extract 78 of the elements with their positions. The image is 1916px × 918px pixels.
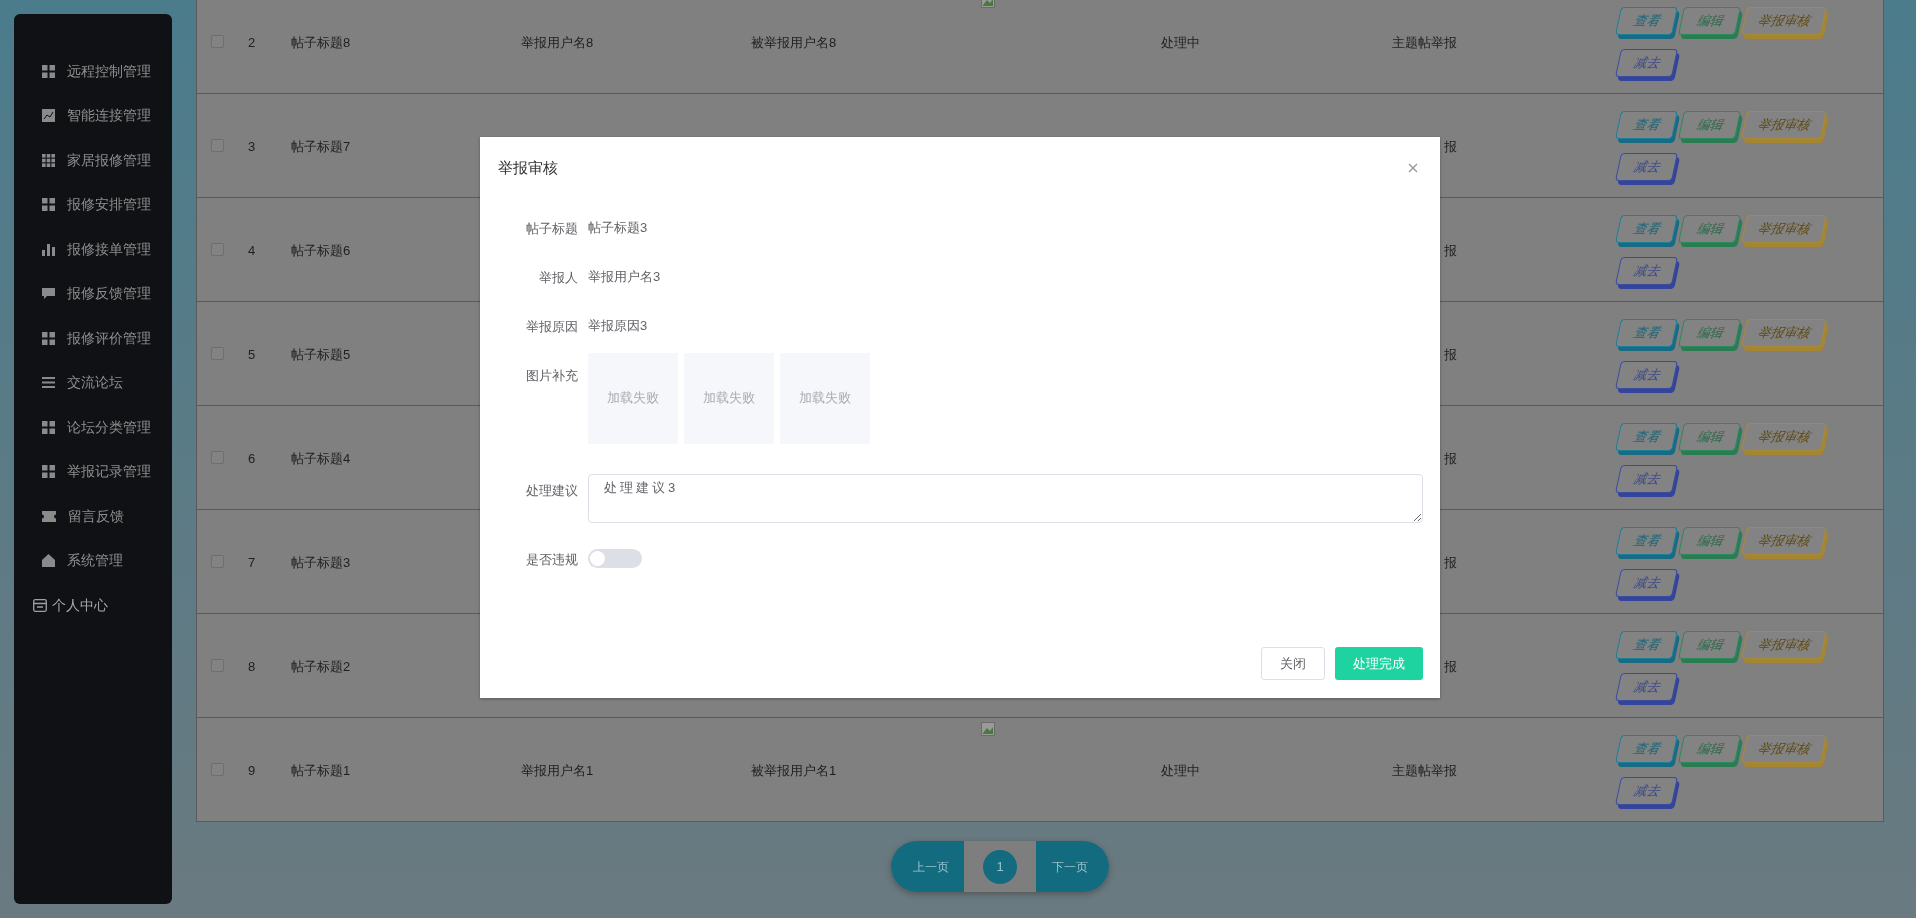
field-label: 举报人 xyxy=(539,269,578,285)
grid-icon xyxy=(42,331,55,345)
load-error-text: 加载失败 xyxy=(703,389,755,408)
field-label: 帖子标题 xyxy=(526,220,578,236)
close-button[interactable]: 关闭 xyxy=(1261,647,1325,680)
sidebar-item[interactable]: 个人中心 xyxy=(14,583,172,628)
row-number: 7 xyxy=(248,554,256,570)
page-number-button[interactable]: 1 xyxy=(983,849,1017,884)
sidebar-item[interactable]: 家居报修管理 xyxy=(14,138,172,183)
report-type-cell: 主题帖举报 xyxy=(1392,762,1457,778)
row-number: 9 xyxy=(248,762,256,778)
sidebar-item[interactable]: 交流论坛 xyxy=(14,360,172,405)
reported-user-cell: 被举报用户名1 xyxy=(751,762,837,778)
post-title-cell: 帖子标题6 xyxy=(291,242,351,258)
report-type-cell: 报 xyxy=(1444,242,1457,258)
sidebar-item[interactable]: 远程控制管理 xyxy=(14,49,172,94)
bar-chart-icon xyxy=(42,242,55,256)
post-title-cell: 帖子标题7 xyxy=(291,138,351,154)
dialog-title: 举报审核 xyxy=(498,158,558,178)
report-type-cell: 主题帖举报 xyxy=(1392,34,1457,50)
grid-icon xyxy=(42,153,55,167)
chat-icon xyxy=(42,287,55,301)
post-title-cell: 帖子标题8 xyxy=(291,34,351,50)
previous-page-button[interactable]: 上一页 xyxy=(891,841,964,892)
post-title-cell: 帖子标题5 xyxy=(291,346,351,362)
field-value: 举报原因3 xyxy=(588,316,648,335)
field-label: 图片补充 xyxy=(526,367,578,383)
row-number: 3 xyxy=(248,138,256,154)
field-value: 帖子标题3 xyxy=(588,218,648,237)
grid-icon xyxy=(42,465,55,479)
post-title-cell: 帖子标题4 xyxy=(291,450,351,466)
report-type-cell: 报 xyxy=(1444,450,1457,466)
reported-user-cell: 被举报用户名8 xyxy=(751,34,837,50)
sidebar-item[interactable]: 留言反馈 xyxy=(14,494,172,539)
row-number: 6 xyxy=(248,450,256,466)
reporter-cell: 举报用户名1 xyxy=(521,762,594,778)
house-icon xyxy=(42,554,55,568)
post-title-cell: 帖子标题1 xyxy=(291,762,351,778)
report-type-cell: 报 xyxy=(1444,554,1457,570)
grid-icon xyxy=(42,64,55,78)
field-value: 举报用户名3 xyxy=(588,267,661,286)
close-icon[interactable] xyxy=(1408,163,1418,174)
load-error-text: 加载失败 xyxy=(799,389,851,408)
suggestion-field[interactable]: 处理建议3 xyxy=(588,473,1423,523)
grid-icon xyxy=(42,198,55,212)
toggle-switch[interactable] xyxy=(588,549,642,568)
report-type-cell: 报 xyxy=(1444,658,1457,674)
sidebar-item[interactable]: 举报记录管理 xyxy=(14,449,172,494)
sidebar-item[interactable]: 系统管理 xyxy=(14,538,172,583)
sidebar-item[interactable]: 论坛分类管理 xyxy=(14,405,172,450)
sidebar-item[interactable]: 报修接单管理 xyxy=(14,227,172,272)
row-number: 8 xyxy=(248,658,256,674)
post-title-cell: 帖子标题3 xyxy=(291,554,351,570)
field-label: 处理建议 xyxy=(526,482,578,498)
sidebar-item[interactable]: 智能连接管理 xyxy=(14,93,172,138)
row-number: 4 xyxy=(248,242,256,258)
grid-icon xyxy=(42,420,55,434)
post-title-cell: 帖子标题2 xyxy=(291,658,351,674)
field-label: 是否违规 xyxy=(526,551,578,567)
load-error-text: 加载失败 xyxy=(607,389,659,408)
report-type-cell: 报 xyxy=(1444,346,1457,362)
sidebar-item[interactable]: 报修反馈管理 xyxy=(14,271,172,316)
chart-icon xyxy=(42,109,55,123)
next-page-button[interactable]: 下一页 xyxy=(1036,841,1109,892)
row-number: 2 xyxy=(248,34,256,50)
card-icon xyxy=(33,598,47,612)
field-label: 举报原因 xyxy=(526,318,578,334)
reporter-cell: 举报用户名8 xyxy=(521,34,594,50)
broken-image-icon xyxy=(981,722,995,736)
sidebar-item[interactable]: 报修评价管理 xyxy=(14,316,172,361)
list-icon xyxy=(42,377,55,389)
status-cell: 处理中 xyxy=(1161,34,1200,50)
report-type-cell: 报 xyxy=(1444,138,1457,154)
status-cell: 处理中 xyxy=(1161,762,1200,778)
sidebar-item[interactable]: 报修安排管理 xyxy=(14,182,172,227)
row-number: 5 xyxy=(248,346,256,362)
confirm-button[interactable]: 处理完成 xyxy=(1335,647,1423,680)
ticket-icon xyxy=(42,510,56,522)
